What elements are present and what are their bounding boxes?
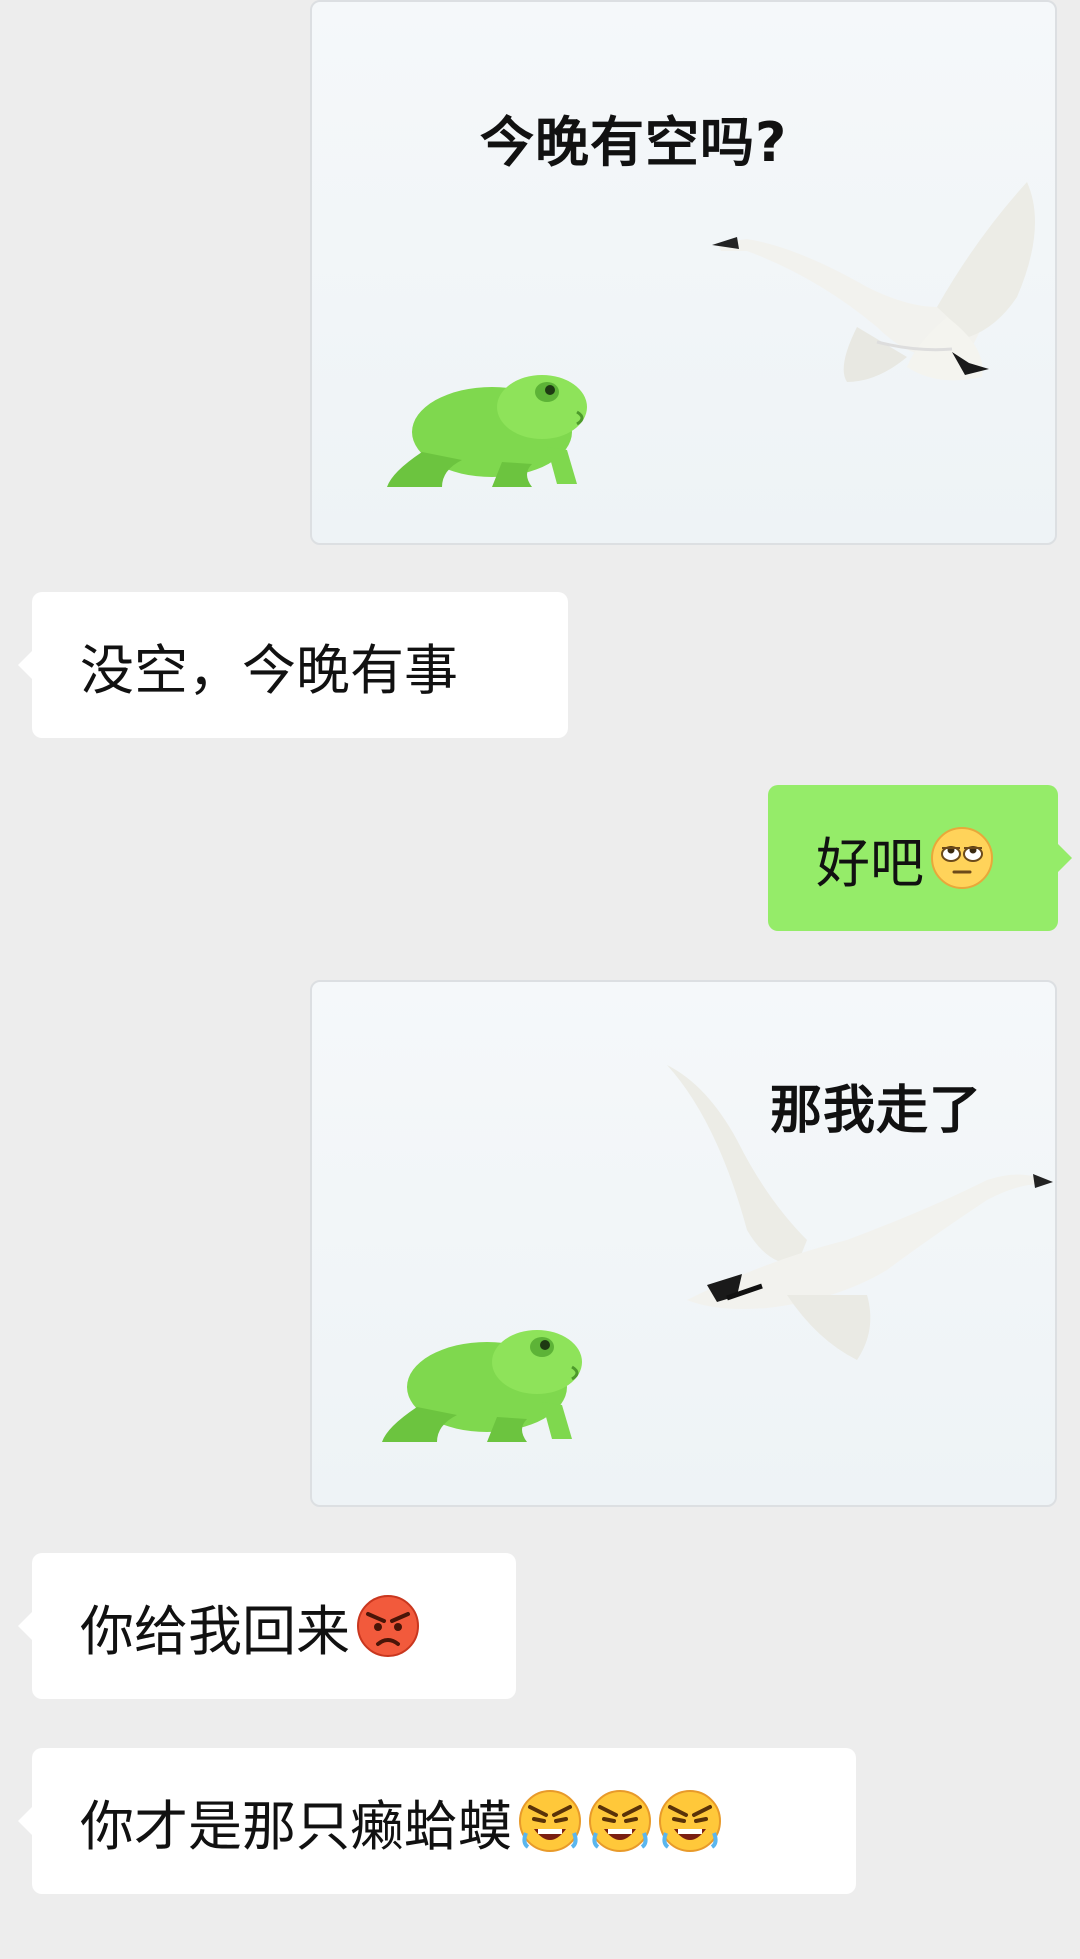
tantrum-face-emoji [519, 1790, 581, 1852]
chat-area: 今晚有空吗? 没空，今晚有事 好吧 那我走了 你给我回来 你才是那只癞蛤蟆 [0, 0, 1080, 1959]
swan-illustration [667, 1065, 1053, 1360]
message-text: 没空，今晚有事 [80, 638, 458, 702]
received-message-bubble[interactable]: 你给我回来 [18, 1553, 516, 1699]
tantrum-face-emoji [659, 1790, 721, 1852]
received-message-bubble[interactable]: 你才是那只癞蛤蟆 [18, 1748, 856, 1894]
received-message-bubble[interactable]: 没空，今晚有事 [18, 592, 568, 738]
frog-illustration [382, 1330, 582, 1442]
eye-roll-face-emoji [931, 827, 993, 889]
sticker-caption: 今晚有空吗? [480, 111, 788, 174]
frog-illustration [387, 375, 587, 487]
message-text: 好吧 [816, 831, 924, 895]
sticker-message[interactable]: 那我走了 [310, 980, 1057, 1507]
message-text: 你给我回来 [80, 1599, 350, 1663]
sent-message-bubble[interactable]: 好吧 [768, 785, 1072, 931]
tantrum-face-emoji [589, 1790, 651, 1852]
swan-illustration [712, 182, 1035, 382]
message-text: 你才是那只癞蛤蟆 [80, 1794, 512, 1858]
angry-face-emoji [357, 1595, 419, 1657]
sticker-message[interactable]: 今晚有空吗? [310, 0, 1057, 545]
